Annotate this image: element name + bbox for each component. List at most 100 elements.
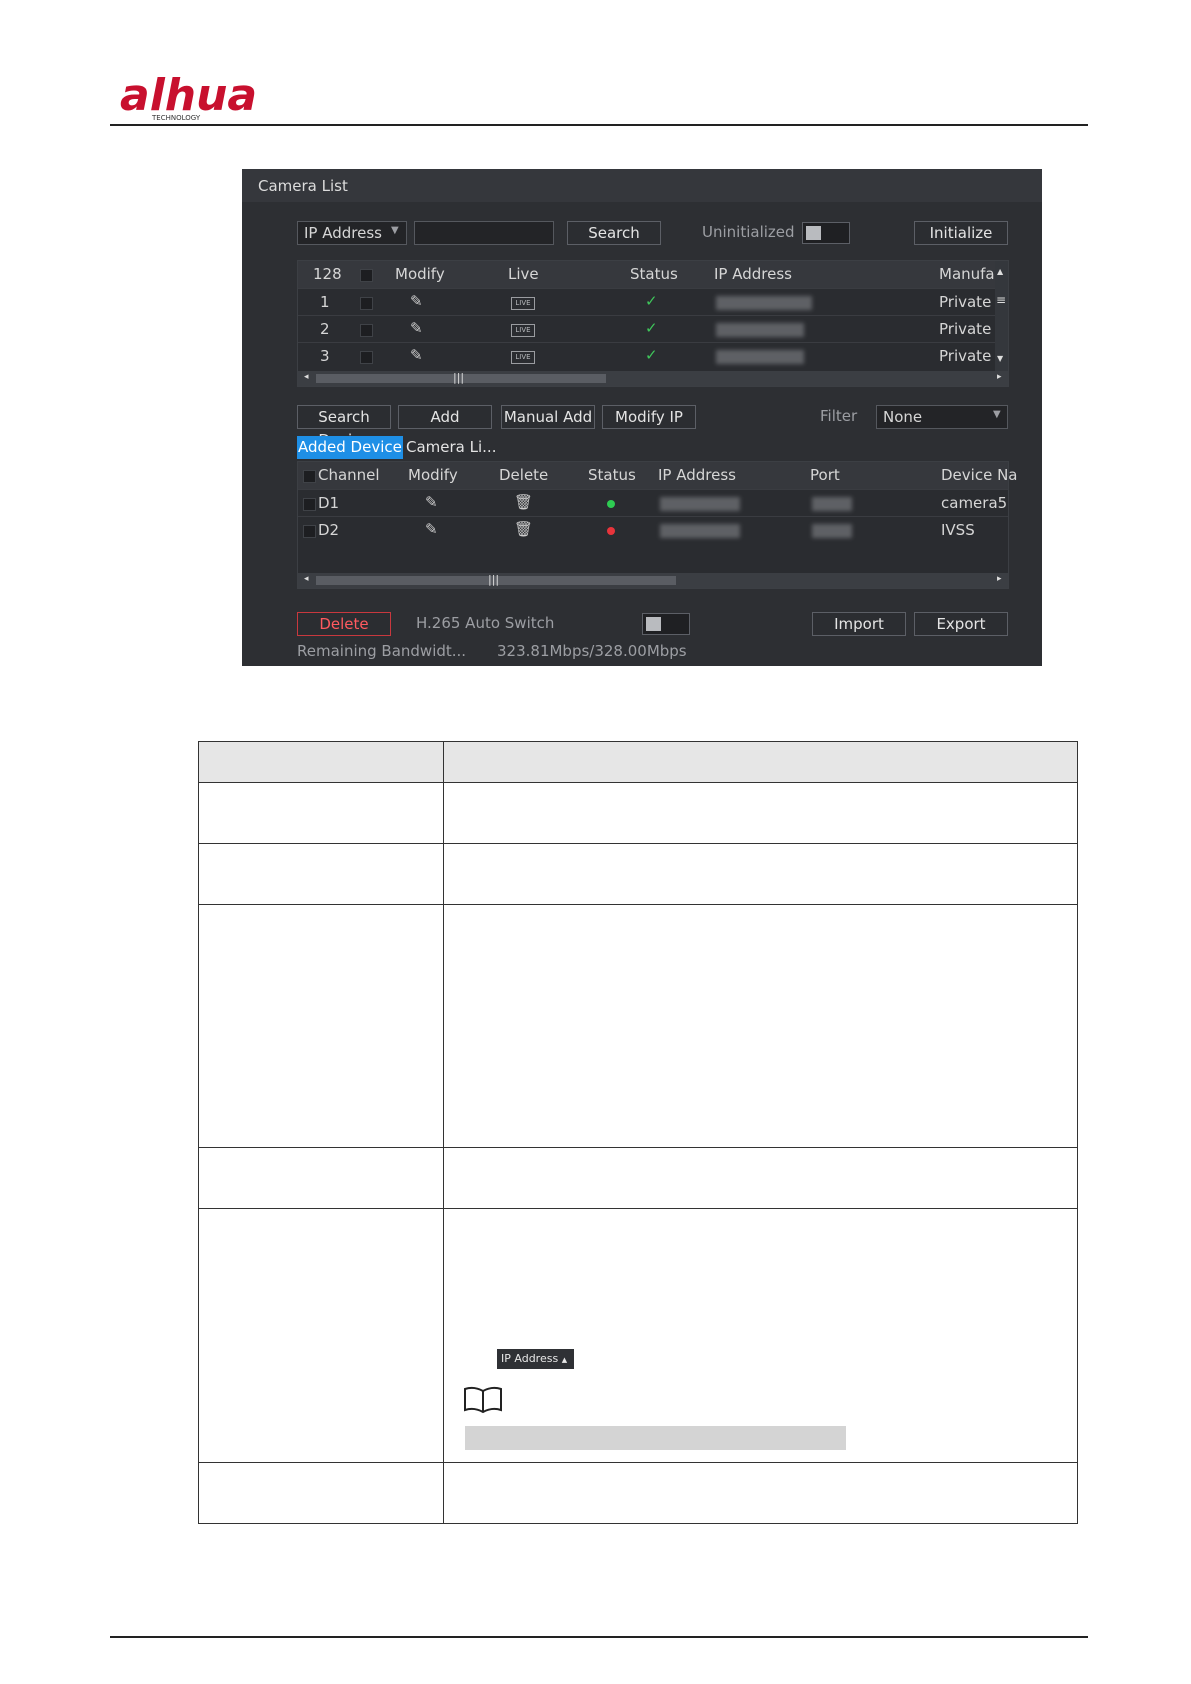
pencil-icon[interactable]: ✎	[410, 292, 423, 310]
search-device-button[interactable]: Search Device	[297, 405, 391, 449]
table-row	[198, 782, 1079, 844]
table-row[interactable]: 1 ✎ LIVE ✓ Private	[298, 288, 1008, 316]
scroll-up-icon[interactable]: ▲	[997, 267, 1003, 276]
scroll-right-icon[interactable]: ▸	[997, 372, 1002, 382]
live-icon[interactable]: LIVE	[511, 351, 535, 364]
ip-address-blurred	[716, 296, 812, 310]
pencil-icon[interactable]: ✎	[425, 493, 438, 511]
chevron-down-icon: ▼	[391, 225, 399, 236]
pencil-icon[interactable]: ✎	[425, 520, 438, 538]
live-icon[interactable]: LIVE	[511, 297, 535, 310]
col-channel: Channel	[318, 466, 380, 484]
grid-header: 128 Modify Live Status IP Address Manufa	[298, 261, 1008, 288]
col-ip-address: IP Address	[714, 265, 792, 283]
modify-ip-button[interactable]: Modify IP	[602, 405, 696, 429]
pencil-icon[interactable]: ✎	[410, 319, 423, 337]
dahua-logo: alhua TECHNOLOGY	[120, 70, 257, 122]
inline-button-label: IP Address	[501, 1352, 559, 1365]
col-status: Status	[630, 265, 678, 283]
scroll-grip-icon[interactable]: ≡	[996, 293, 1006, 307]
footer-rule	[110, 1636, 1088, 1638]
added-device-grid: Channel Modify Delete Status IP Address …	[297, 461, 1017, 589]
search-type-dropdown[interactable]: IP Address ▼	[297, 221, 407, 245]
search-button[interactable]: Search	[567, 221, 661, 245]
filter-dropdown[interactable]: None ▼	[876, 405, 1008, 429]
channel-value: D2	[318, 521, 340, 539]
col-modify: Modify	[395, 265, 445, 283]
tab-camera-list[interactable]: Camera Li...	[406, 436, 497, 459]
port-blurred	[812, 524, 852, 538]
manufacturer-value: Private	[939, 320, 992, 338]
export-button[interactable]: Export	[914, 612, 1008, 636]
remaining-bandwidth-label: Remaining Bandwidt...	[297, 642, 467, 660]
note-highlight-bar	[465, 1426, 846, 1450]
table-row	[198, 1147, 1079, 1209]
initialize-button[interactable]: Initialize	[914, 221, 1008, 245]
col-modify: Modify	[408, 466, 458, 484]
row-number: 2	[320, 320, 330, 338]
table-row	[198, 904, 1079, 1148]
import-button[interactable]: Import	[812, 612, 906, 636]
scroll-left-icon[interactable]: ◂	[304, 574, 309, 584]
col-device-name: Device Na	[941, 466, 1018, 484]
table-header-row	[198, 741, 1079, 783]
trash-icon[interactable]: 🗑	[514, 520, 533, 538]
status-dot-offline	[607, 527, 615, 535]
row-checkbox[interactable]	[360, 351, 373, 364]
uninitialized-label: Uninitialized	[702, 223, 795, 241]
row-checkbox[interactable]	[360, 297, 373, 310]
uninitialized-toggle[interactable]	[802, 222, 850, 244]
table-row	[198, 1208, 1079, 1463]
table-row[interactable]: D2 ✎ 🗑 IVSS	[298, 516, 1008, 544]
table-row[interactable]: 3 ✎ LIVE ✓ Private	[298, 342, 1008, 370]
delete-button[interactable]: Delete	[297, 612, 391, 636]
table-row	[198, 843, 1079, 905]
remaining-bandwidth-value: 323.81Mbps/328.00Mbps	[497, 642, 687, 660]
device-name-value: IVSS	[941, 521, 975, 539]
row-checkbox[interactable]	[303, 498, 316, 511]
scroll-down-icon[interactable]: ▼	[997, 354, 1003, 363]
row-number: 3	[320, 347, 330, 365]
panel-title: Camera List	[258, 177, 348, 195]
live-icon[interactable]: LIVE	[511, 324, 535, 337]
select-all-checkbox[interactable]	[360, 269, 373, 282]
row-checkbox[interactable]	[360, 324, 373, 337]
add-button[interactable]: Add	[398, 405, 492, 429]
table-row	[198, 1462, 1079, 1524]
panel-title-bar: Camera List	[242, 169, 1042, 202]
horizontal-scrollbar[interactable]: ◂ ||| ▸	[298, 371, 1008, 386]
h265-auto-switch-toggle[interactable]	[642, 613, 690, 635]
book-note-icon	[464, 1386, 502, 1414]
col-port: Port	[810, 466, 840, 484]
channel-value: D1	[318, 494, 340, 512]
row-checkbox[interactable]	[303, 525, 316, 538]
check-icon: ✓	[645, 319, 658, 337]
port-blurred	[812, 497, 852, 511]
pencil-icon[interactable]: ✎	[410, 346, 423, 364]
chevron-down-icon: ▼	[993, 409, 1001, 420]
scroll-grip-icon: |||	[488, 573, 500, 586]
scroll-right-icon[interactable]: ▸	[997, 574, 1002, 584]
camera-list-panel: Camera List IP Address ▼ Search Uninitia…	[242, 169, 1042, 666]
horizontal-scrollbar[interactable]: ◂ ||| ▸	[298, 573, 1008, 588]
h265-auto-switch-label: H.265 Auto Switch	[416, 614, 555, 632]
col-status: Status	[588, 466, 636, 484]
manufacturer-value: Private	[939, 347, 992, 365]
trash-icon[interactable]: 🗑	[514, 493, 533, 511]
ip-address-sort-button-illustration: IP Address ▲	[497, 1349, 574, 1369]
search-input[interactable]	[414, 221, 554, 245]
table-row[interactable]: 2 ✎ LIVE ✓ Private	[298, 315, 1008, 343]
header-rule	[110, 124, 1088, 126]
scroll-left-icon[interactable]: ◂	[304, 372, 309, 382]
ip-address-blurred	[716, 323, 804, 337]
vertical-scrollbar[interactable]: ▲ ≡ ▼	[995, 261, 1008, 372]
table-row[interactable]: D1 ✎ 🗑 camera5	[298, 489, 1008, 517]
check-icon: ✓	[645, 292, 658, 310]
manufacturer-value: Private	[939, 293, 992, 311]
status-dot-online	[607, 500, 615, 508]
select-all-checkbox[interactable]	[303, 470, 316, 483]
manual-add-button[interactable]: Manual Add	[501, 405, 595, 429]
tab-added-device[interactable]: Added Device	[297, 436, 403, 459]
ip-address-blurred	[716, 350, 804, 364]
scroll-grip-icon: |||	[453, 371, 465, 384]
